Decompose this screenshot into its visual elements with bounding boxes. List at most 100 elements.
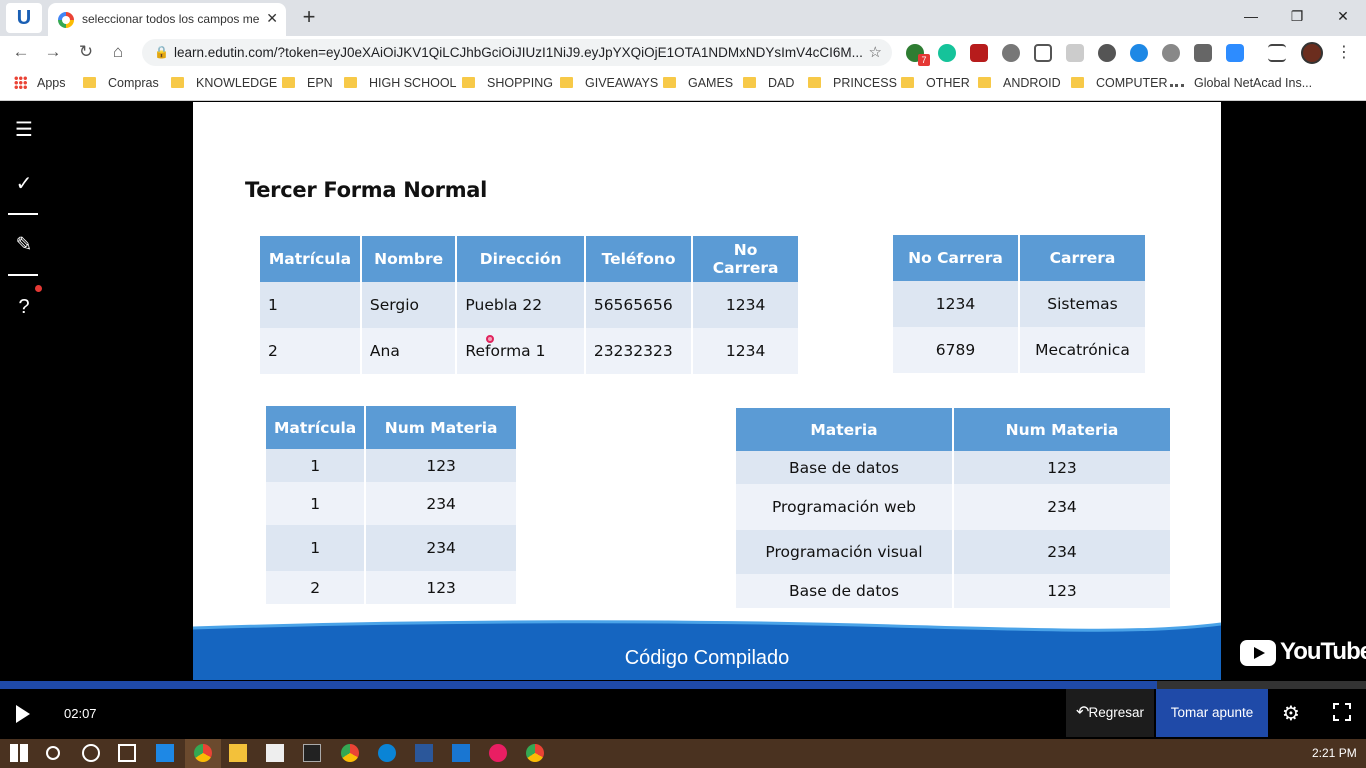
screenshot-icon[interactable] — [1034, 44, 1052, 62]
bookmark-folder[interactable]: ANDROID — [978, 76, 1061, 90]
browser-tab[interactable]: seleccionar todos los campos me ✕ — [48, 3, 286, 36]
tab-close-button[interactable]: ✕ — [266, 10, 278, 27]
bookmark-folder[interactable]: OTHER — [901, 76, 970, 90]
back-arrow-icon[interactable]: ← — [10, 42, 32, 64]
table-cell: Ana — [361, 328, 456, 374]
player-controls: 02:07 ↶ Regresar Tomar apunte ⚙ — [0, 689, 1366, 739]
zoom-icon[interactable] — [1226, 44, 1244, 62]
table-row: 1 234 — [266, 525, 516, 571]
bookmark-folder[interactable]: HIGH SCHOOL — [344, 76, 457, 90]
search-icon[interactable] — [46, 746, 60, 760]
maximize-button[interactable]: ❐ — [1274, 4, 1320, 28]
table-cell: Base de datos — [736, 451, 952, 484]
bookmark-folder[interactable]: SHOPPING — [462, 76, 553, 90]
folder-icon — [663, 77, 676, 88]
chrome-icon[interactable] — [341, 744, 359, 762]
table-cell: 2 — [266, 571, 365, 604]
extension-icon[interactable] — [1066, 44, 1084, 62]
current-time: 02:07 — [64, 706, 97, 721]
divider — [8, 213, 38, 215]
bookmark-apps[interactable]: Apps — [14, 76, 66, 90]
gear-extension-icon[interactable] — [1002, 44, 1020, 62]
extension-icon[interactable] — [1162, 44, 1180, 62]
help-question-icon[interactable]: ? — [12, 295, 36, 319]
table-row: Programación visual 234 — [736, 530, 1170, 574]
bookmark-folder[interactable]: KNOWLEDGE — [171, 76, 277, 90]
app-icon[interactable] — [156, 744, 174, 762]
notification-dot — [35, 285, 42, 292]
take-note-button[interactable]: Tomar apunte — [1156, 689, 1268, 737]
bookmarks-bar: Apps Compras KNOWLEDGE EPN HIGH SCHOOL S… — [0, 68, 1366, 101]
table-cell: Mecatrónica — [1020, 327, 1145, 373]
app-icon[interactable] — [452, 744, 470, 762]
pencil-icon[interactable]: ✎ — [12, 233, 36, 257]
profile-avatar[interactable] — [1301, 42, 1323, 64]
windows-start-icon[interactable] — [10, 744, 28, 762]
browser-tab-bar: U seleccionar todos los campos me ✕ + — … — [0, 0, 1366, 36]
address-bar[interactable]: 🔒 learn.edutin.com/?token=eyJ0eXAiOiJKV1… — [142, 39, 892, 66]
bookmark-folder[interactable]: PRINCESS — [808, 76, 897, 90]
table-cell: Reforma 1 — [457, 328, 584, 374]
bookmark-star-icon[interactable]: ☆ — [869, 43, 882, 61]
bookmark-folder[interactable]: DAD — [743, 76, 794, 90]
reload-icon[interactable]: ↻ — [75, 42, 97, 64]
table-row: Programación web 234 — [736, 484, 1170, 530]
cortana-icon[interactable] — [82, 744, 100, 762]
table-cell: 23232323 — [585, 328, 692, 374]
back-button[interactable]: ↶ Regresar — [1066, 689, 1154, 737]
table-cell: 234 — [366, 482, 516, 525]
extension-icon[interactable] — [1194, 44, 1212, 62]
table-cell: 2 — [260, 328, 360, 374]
table-cell: 123 — [366, 449, 516, 482]
bookmark-folder[interactable]: COMPUTER — [1071, 76, 1168, 90]
word-icon[interactable] — [415, 744, 433, 762]
minimize-button[interactable]: — — [1228, 4, 1274, 28]
video-progress-bar[interactable] — [0, 681, 1366, 689]
task-view-icon[interactable] — [118, 744, 136, 762]
play-icon[interactable] — [16, 705, 30, 723]
home-icon[interactable]: ⌂ — [107, 42, 129, 64]
table-cell: 234 — [954, 530, 1170, 574]
table-header: Dirección — [457, 236, 584, 282]
table-header: Teléfono — [585, 236, 692, 282]
url-text[interactable]: learn.edutin.com/?token=eyJ0eXAiOiJKV1Qi… — [174, 45, 864, 60]
terminal-icon[interactable] — [303, 744, 321, 762]
extension-icon[interactable] — [1098, 44, 1116, 62]
folder-icon — [171, 77, 184, 88]
gear-icon[interactable]: ⚙ — [1282, 701, 1300, 726]
file-explorer-icon[interactable] — [229, 744, 247, 762]
chrome-menu-icon[interactable]: ⋮ — [1336, 42, 1352, 62]
media-control-icon[interactable] — [1268, 44, 1286, 62]
table-row: 2 Ana Reforma 1 23232323 1234 — [260, 328, 798, 374]
app-logo[interactable]: U — [6, 3, 42, 33]
bookmark-folder[interactable]: Compras — [83, 76, 159, 90]
chrome-icon[interactable] — [194, 744, 212, 762]
grammarly-icon[interactable] — [938, 44, 956, 62]
bookmark-folder[interactable]: GIVEAWAYS — [560, 76, 658, 90]
extension-icon[interactable] — [1130, 44, 1148, 62]
pdf-icon[interactable] — [970, 44, 988, 62]
table-row: Base de datos 123 — [736, 451, 1170, 484]
folder-icon — [743, 77, 756, 88]
fullscreen-icon[interactable] — [1332, 702, 1352, 722]
app-icon[interactable] — [489, 744, 507, 762]
bookmark-folder[interactable]: GAMES — [663, 76, 733, 90]
address-toolbar: ← → ↻ ⌂ 🔒 learn.edutin.com/?token=eyJ0eX… — [0, 36, 1366, 68]
chrome-icon[interactable] — [526, 744, 544, 762]
table-cell: Puebla 22 — [457, 282, 584, 328]
store-icon[interactable] — [266, 744, 284, 762]
new-tab-button[interactable]: + — [296, 5, 322, 31]
table-cell: Base de datos — [736, 574, 952, 608]
window-close-button[interactable]: ✕ — [1320, 4, 1366, 28]
forward-arrow-icon[interactable]: → — [42, 42, 64, 64]
table-cell: Programación web — [736, 484, 952, 530]
lock-icon: 🔒 — [154, 45, 169, 59]
bookmark-netacad[interactable]: Global NetAcad Ins... — [1170, 76, 1312, 90]
folder-icon — [282, 77, 295, 88]
video-slide[interactable]: Tercer Forma Normal Matrícula Nombre Dir… — [193, 102, 1221, 680]
course-sidebar: ☰ ✓ ✎ ? — [0, 102, 48, 682]
bookmark-folder[interactable]: EPN — [282, 76, 333, 90]
edge-icon[interactable] — [378, 744, 396, 762]
checkmark-icon[interactable]: ✓ — [12, 172, 36, 196]
list-menu-icon[interactable]: ☰ — [12, 118, 36, 142]
